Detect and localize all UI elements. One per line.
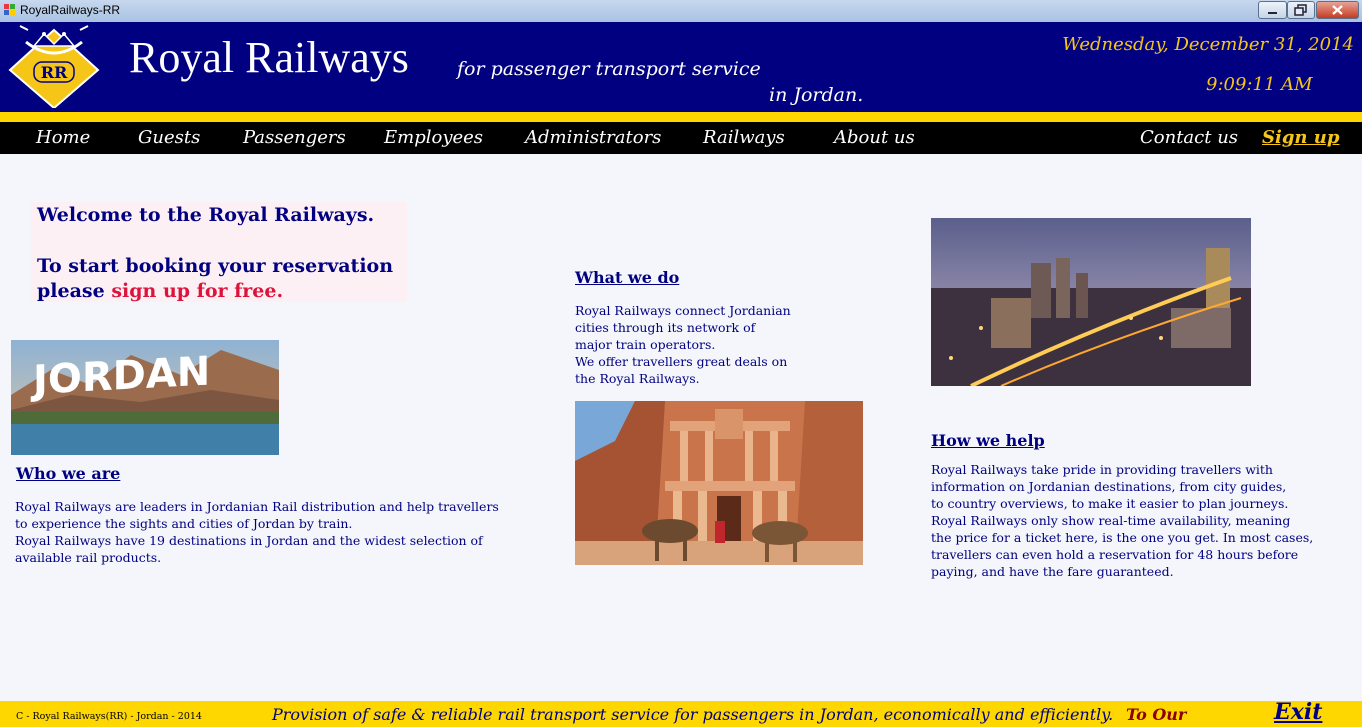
- who-we-are-line: to experience the sights and cities of J…: [15, 516, 353, 531]
- current-time: 9:09:11 AM: [1206, 74, 1313, 95]
- close-button[interactable]: [1316, 1, 1359, 19]
- minimize-icon: [1268, 12, 1277, 14]
- nav-sign-up[interactable]: Sign up: [1262, 127, 1339, 148]
- app-icon: [4, 4, 15, 15]
- minimize-button[interactable]: [1258, 1, 1287, 19]
- nav-administrators[interactable]: Administrators: [525, 127, 661, 148]
- restore-icon: [1294, 4, 1307, 16]
- who-we-are-line: available rail products.: [15, 550, 162, 565]
- what-we-do-line: Royal Railways connect Jordanian: [575, 303, 791, 318]
- how-we-help-text: Royal Railways take pride in providing t…: [931, 461, 1313, 580]
- tour-link[interactable]: To Our: [1126, 705, 1186, 724]
- tagline-line-1: for passenger transport service: [457, 58, 761, 80]
- restore-button[interactable]: [1287, 1, 1315, 19]
- app-footer: C - Royal Railways(RR) - Jordan - 2014 P…: [0, 699, 1362, 727]
- nav-employees[interactable]: Employees: [384, 127, 483, 148]
- how-we-help-line: Royal Railways take pride in providing t…: [931, 462, 1273, 477]
- how-we-help-line: to country overviews, to make it easier …: [931, 496, 1289, 511]
- what-we-do-line: cities through its network of: [575, 320, 756, 335]
- nav-home[interactable]: Home: [36, 127, 90, 148]
- amman-night-image: [931, 218, 1251, 386]
- who-we-are-line: Royal Railways are leaders in Jordanian …: [15, 499, 499, 514]
- how-we-help-line: the price for a ticket here, is the one …: [931, 530, 1314, 545]
- how-we-help-line: paying, and have the fare guaranteed.: [931, 564, 1174, 579]
- app-header: RR Royal Railways for passenger transpor…: [0, 22, 1362, 112]
- how-we-help-line: travellers can even hold a reservation f…: [931, 547, 1299, 562]
- nav-contact-us[interactable]: Contact us: [1140, 127, 1238, 148]
- logo-text: RR: [41, 63, 68, 82]
- nav-guests[interactable]: Guests: [138, 127, 200, 148]
- welcome-line-3: please sign up for free.: [37, 280, 283, 302]
- window-title: RoyalRailways-RR: [20, 3, 121, 17]
- provision-slogan: Provision of safe & reliable rail transp…: [272, 705, 1114, 724]
- how-we-help-line: Royal Railways only show real-time avail…: [931, 513, 1291, 528]
- royal-railways-logo: RR: [8, 25, 100, 108]
- petra-treasury-image: [575, 401, 863, 565]
- welcome-line-1: Welcome to the Royal Railways.: [37, 204, 375, 226]
- jordan-sign-image: JORDAN: [11, 340, 279, 455]
- how-we-help-heading: How we help: [931, 431, 1045, 450]
- what-we-do-line: We offer travellers great deals on: [575, 354, 788, 369]
- welcome-box: Welcome to the Royal Railways. To start …: [31, 202, 407, 302]
- welcome-line-3-prefix: please: [37, 280, 112, 302]
- what-we-do-line: the Royal Railways.: [575, 371, 700, 386]
- sign-up-free-link[interactable]: sign up for free.: [111, 280, 283, 302]
- what-we-do-line: major train operators.: [575, 337, 716, 352]
- nav-passengers[interactable]: Passengers: [243, 127, 346, 148]
- what-we-do-heading: What we do: [575, 268, 680, 287]
- brand-title: Royal Railways: [129, 33, 409, 82]
- close-icon: [1332, 5, 1343, 15]
- copyright-text: C - Royal Railways(RR) - Jordan - 2014: [16, 711, 202, 722]
- nav-about-us[interactable]: About us: [834, 127, 915, 148]
- who-we-are-line: Royal Railways have 19 destinations in J…: [15, 533, 483, 548]
- nav-railways[interactable]: Railways: [703, 127, 785, 148]
- what-we-do-text: Royal Railways connect Jordanian cities …: [575, 302, 791, 387]
- tagline-line-2: in Jordan.: [769, 84, 864, 106]
- header-divider: [0, 112, 1362, 122]
- who-we-are-heading: Who we are: [16, 464, 121, 483]
- how-we-help-line: information on Jordanian destinations, f…: [931, 479, 1287, 494]
- current-date: Wednesday, December 31, 2014: [1062, 34, 1354, 55]
- window-title-bar[interactable]: RoyalRailways-RR: [0, 0, 1362, 23]
- exit-link[interactable]: Exit: [1274, 699, 1322, 725]
- jordan-sign-text: JORDAN: [30, 349, 210, 404]
- main-nav: Home Guests Passengers Employees Adminis…: [0, 122, 1362, 154]
- who-we-are-text: Royal Railways are leaders in Jordanian …: [15, 498, 499, 566]
- welcome-line-2: To start booking your reservation: [37, 255, 394, 277]
